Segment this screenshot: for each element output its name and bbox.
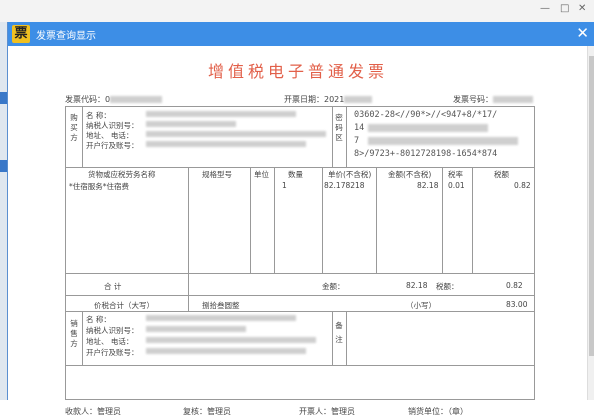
invoice-code: 发票代码：0 [65,94,163,105]
seller-section-label: 销售方 [70,319,78,348]
table-divider [274,167,275,273]
item-price: 82.178218 [324,181,365,190]
redacted-block [146,121,236,127]
invoice-number: 发票号码： [453,94,533,105]
total-amount: 82.18 [406,281,428,290]
table-divider [332,311,333,365]
item-amount: 82.18 [417,181,439,190]
redacted-block [344,96,373,103]
password-line: 8>/9723+-8012728198-1654*874 [354,149,498,159]
redacted-block [368,137,518,145]
redacted-block [146,131,326,137]
seller-stamp: 销货单位：（章） [408,407,468,416]
column-header-qty: 数量 [288,170,303,179]
table-divider [346,311,347,365]
column-header-goods: 货物或应税劳务名称 [88,170,156,179]
column-header-price: 单价(不含税) [328,170,372,179]
password-line: 7 [354,136,360,146]
total-label: 合 计 [104,282,122,291]
buyer-bank-label: 开户行及账号： [86,141,139,150]
redacted-block [368,124,488,132]
item-rate: 0.01 [448,181,465,190]
table-divider [346,107,347,167]
item-name: *住宿服务*住宿费 [69,182,129,191]
redacted-block [146,337,316,343]
password-line: 14 [354,123,365,133]
table-divider [376,167,377,273]
password-area-label: 密码区 [335,113,343,142]
column-header-tax: 税额 [494,170,509,179]
total-tax-label: 税额： [436,282,459,291]
table-divider [332,107,333,167]
grand-total-small-label: （小写） [406,301,436,310]
seller-address-label: 地址、 电话： [86,337,134,346]
total-tax: 0.82 [506,281,523,290]
invoice-date: 开票日期：2021 [284,94,373,105]
seller-bank-label: 开户行及账号： [86,348,139,357]
invoice-content: 增值税电子普通发票 发票代码：0 开票日期：2021 发票号码： 购 买 方 名… [8,46,588,416]
table-divider [66,167,534,168]
payee: 收款人：管理员 [65,407,121,416]
close-icon[interactable]: ✕ [578,3,586,14]
table-divider [472,167,473,273]
background-sidebar-highlight [0,160,7,172]
maximize-icon[interactable]: □ [560,3,569,14]
table-divider [66,273,534,274]
background-app-strip: — □ ✕ [0,0,594,22]
invoice-table: 购买方 名 称： 纳税人识别号： 地址、 电话： 开户行及账号： 密码区 036… [65,106,535,400]
invoice-date-label: 开票日期： [284,95,324,104]
invoice-title: 增值税电子普通发票 [207,62,388,81]
redacted-block [146,315,296,321]
redacted-block [146,326,246,332]
close-button[interactable]: ✕ [576,24,589,42]
table-divider [82,311,83,365]
table-divider [66,295,534,296]
table-divider [188,167,189,295]
table-divider [66,311,534,312]
invoice-date-value: 2021 [324,95,345,104]
password-line: 03602-28<//90*>//<947+8/*17/ [354,110,498,120]
background-sidebar [0,22,7,400]
table-divider [188,295,189,311]
table-divider [322,167,323,273]
window-titlebar[interactable]: 票 发票查询显示 ✕ [8,22,594,46]
redacted-block [493,96,533,103]
item-tax: 0.82 [514,181,531,190]
invoice-number-label: 发票号码： [453,95,493,104]
grand-total-small: 83.00 [506,300,528,309]
column-header-amount: 金额(不含税) [388,170,432,179]
grand-total-words: 捌拾叁圆整 [202,301,240,310]
table-divider [66,365,534,366]
column-header-unit: 单位 [254,170,269,179]
item-qty: 1 [282,181,287,190]
background-sidebar-highlight [0,92,7,104]
seller-taxid-label: 纳税人识别号： [86,326,139,335]
redacted-block [146,111,296,117]
total-amount-label: 金额： [322,282,345,291]
column-header-spec: 规格型号 [202,170,232,179]
redacted-block [146,348,306,354]
invoice-code-label: 发票代码： [65,95,105,104]
table-divider [442,167,443,273]
seller-name-label: 名 称： [86,315,111,324]
reviewer: 复核：管理员 [183,407,231,416]
remarks-label: 备注 [335,321,343,344]
buyer-section-label: 购买方 [70,113,78,142]
window-title: 发票查询显示 [36,31,96,42]
minimize-icon[interactable]: — [540,3,550,14]
column-header-rate: 税率 [448,170,463,179]
invoice-viewer-window: 票 发票查询显示 ✕ 增值税电子普通发票 发票代码：0 开票日期：2021 发票… [7,22,594,416]
grand-total-label: 价税合计（大写） [94,301,154,310]
scrollbar-thumb[interactable] [589,56,594,356]
table-divider [250,167,251,273]
invoice-app-icon: 票 [12,25,30,43]
issuer: 开票人：管理员 [299,407,355,416]
redacted-block [146,141,306,147]
redacted-block [110,96,163,103]
vertical-scrollbar[interactable] [587,46,594,400]
table-divider [82,107,83,167]
